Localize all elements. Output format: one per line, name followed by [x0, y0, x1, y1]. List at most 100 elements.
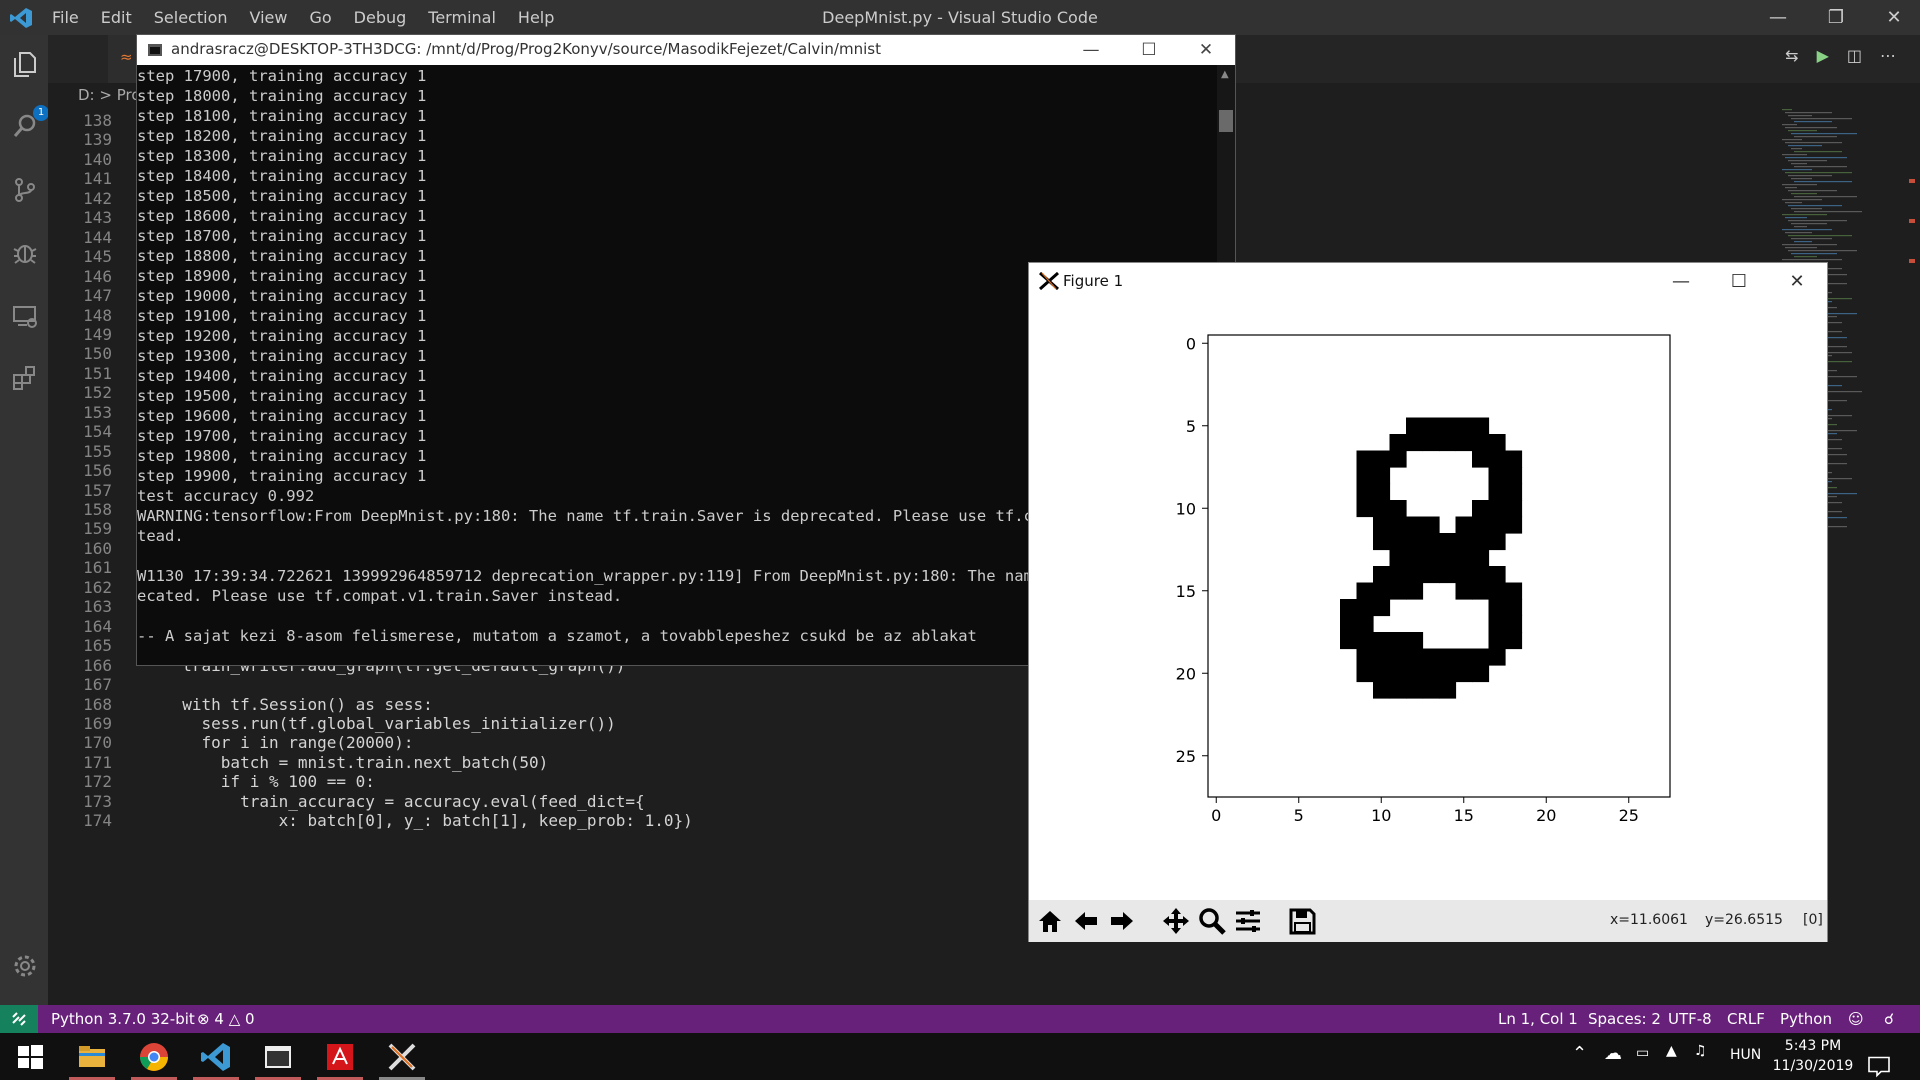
source-control-icon[interactable] [12, 177, 38, 203]
minimap-line [1794, 241, 1812, 243]
home-icon[interactable] [1035, 906, 1065, 936]
image-pixel [1389, 582, 1407, 600]
image-pixel [1406, 632, 1424, 650]
back-arrow-icon[interactable] [1071, 906, 1101, 936]
tray-expand-chevron-icon[interactable]: ⌃ [1572, 1043, 1587, 1080]
vscode-taskbar-icon[interactable] [200, 1041, 232, 1073]
terminal-app-icon[interactable] [262, 1041, 294, 1073]
image-pixel [1505, 582, 1523, 600]
scroll-up-arrow-icon[interactable]: ▲ [1221, 69, 1229, 80]
minimap-line [1794, 166, 1847, 168]
file-explorer-icon[interactable] [76, 1041, 108, 1073]
minimap-line [1794, 151, 1842, 153]
zoom-magnifier-icon[interactable] [1197, 906, 1227, 936]
image-pixel [1422, 648, 1440, 666]
menu-edit[interactable]: Edit [101, 8, 132, 27]
terminal-line: -- A sajat kezi 8-asom felismerese, muta… [137, 627, 977, 645]
volume-icon[interactable]: ♫ [1694, 1043, 1707, 1080]
rss-file-icon: ≈ [120, 48, 138, 66]
image-plot[interactable]: 0 5 10 15 20 25 0 5 10 15 20 25 [1029, 299, 1827, 899]
terminal-line: step 18500, training accuracy 1 [137, 187, 427, 205]
terminal-maximize-button[interactable]: ☐ [1120, 35, 1178, 65]
editor-actions: ⇆ ▶ ◫ ⋯ [1785, 46, 1896, 65]
figure-minimize-button[interactable]: — [1652, 263, 1710, 299]
image-pixel [1455, 533, 1473, 551]
compare-icon[interactable]: ⇆ [1785, 46, 1798, 65]
minimap-line [1788, 235, 1852, 237]
more-actions-icon[interactable]: ⋯ [1880, 46, 1896, 65]
extensions-icon[interactable] [12, 365, 38, 391]
configure-subplots-icon[interactable] [1233, 906, 1263, 936]
desktop: File Edit Selection View Go Debug Terminal Help… [0, 0, 1920, 1080]
menu-file[interactable]: File [52, 8, 79, 27]
image-pixel [1472, 434, 1490, 452]
onedrive-cloud-icon[interactable]: ☁ [1604, 1043, 1622, 1080]
problems-indicator[interactable]: ⊗ 4 △ 0 [197, 1010, 255, 1028]
minimap-line [1782, 229, 1832, 231]
terminal-line: step 18200, training accuracy 1 [137, 127, 427, 145]
minimap-line [1785, 217, 1807, 219]
menu-view[interactable]: View [250, 8, 288, 27]
close-button[interactable]: ✕ [1864, 0, 1920, 35]
language-mode[interactable]: Python [1780, 1010, 1832, 1028]
terminal-close-button[interactable]: ✕ [1177, 35, 1235, 65]
clock[interactable]: 5:43 PM 11/30/2019 [1772, 1035, 1854, 1080]
image-pixel [1406, 533, 1424, 551]
indentation[interactable]: Spaces: 2 [1588, 1010, 1661, 1028]
terminal-scroll-thumb[interactable] [1219, 110, 1233, 132]
notifications-bell-icon[interactable]: ☌ [1884, 1010, 1894, 1028]
wifi-icon[interactable]: ▲ [1666, 1043, 1677, 1080]
split-editor-icon[interactable]: ◫ [1847, 46, 1862, 65]
image-pixel [1439, 566, 1457, 584]
figure-window[interactable]: Figure 1 — ☐ ✕ 0 5 10 15 20 25 0 5 10 15 20 25 x=11… [1028, 262, 1828, 942]
line-ending[interactable]: CRLF [1727, 1010, 1765, 1028]
minimize-button[interactable]: — [1748, 0, 1808, 35]
python-interpreter[interactable]: Python 3.7.0 32-bit [51, 1010, 195, 1028]
minimap-line [1794, 196, 1857, 198]
feedback-smiley-icon[interactable]: ☺ [1848, 1010, 1864, 1028]
save-floppy-icon[interactable] [1287, 906, 1317, 936]
explorer-icon[interactable] [12, 51, 38, 77]
figure-title-bar[interactable]: Figure 1 — ☐ ✕ [1029, 263, 1827, 299]
warning-count: 0 [245, 1010, 255, 1028]
cursor-position[interactable]: Ln 1, Col 1 [1498, 1010, 1578, 1028]
encoding[interactable]: UTF-8 [1668, 1010, 1712, 1028]
x-tick-label: 15 [1454, 806, 1474, 825]
terminal-line: step 18400, training accuracy 1 [137, 167, 427, 185]
image-pixel [1356, 500, 1374, 518]
windows-start-icon[interactable] [14, 1041, 46, 1073]
cursor-x-coordinate: x=11.6061 [1610, 912, 1688, 928]
action-center-icon[interactable] [1866, 1043, 1892, 1080]
xming-x-icon[interactable] [386, 1041, 418, 1073]
menu-selection[interactable]: Selection [154, 8, 228, 27]
menu-terminal[interactable]: Terminal [428, 8, 496, 27]
image-pixel [1472, 516, 1490, 534]
run-icon[interactable]: ▶ [1817, 46, 1829, 65]
menu-debug[interactable]: Debug [354, 8, 407, 27]
debug-icon[interactable] [12, 239, 38, 265]
terminal-line: step 18800, training accuracy 1 [137, 247, 427, 265]
pan-move-icon[interactable] [1161, 906, 1191, 936]
acrobat-reader-icon[interactable] [324, 1041, 356, 1073]
image-pixel [1455, 434, 1473, 452]
remote-indicator[interactable] [0, 1005, 38, 1033]
minimap-line [1794, 181, 1852, 183]
battery-icon[interactable]: ▭ [1636, 1045, 1649, 1080]
minimap-line [1791, 163, 1807, 165]
terminal-line: step 18100, training accuracy 1 [137, 107, 427, 125]
search-icon[interactable] [12, 113, 38, 139]
chrome-icon[interactable] [138, 1041, 170, 1073]
maximize-button[interactable]: ❐ [1806, 0, 1866, 35]
settings-gear-icon[interactable] [12, 953, 38, 979]
menu-help[interactable]: Help [518, 8, 554, 27]
menu-bar: File Edit Selection View Go Debug Terminal Help [52, 0, 576, 35]
editor-scrollbar[interactable] [1905, 109, 1919, 1005]
forward-arrow-icon[interactable] [1107, 906, 1137, 936]
menu-go[interactable]: Go [309, 8, 331, 27]
remote-explorer-icon[interactable] [12, 303, 38, 329]
input-language[interactable]: HUN [1730, 1047, 1761, 1080]
figure-maximize-button[interactable]: ☐ [1710, 263, 1768, 299]
figure-close-button[interactable]: ✕ [1768, 263, 1826, 299]
terminal-title-bar[interactable]: andrasracz@DESKTOP-3TH3DCG: /mnt/d/Prog/… [137, 35, 1235, 65]
terminal-minimize-button[interactable]: — [1062, 35, 1120, 65]
